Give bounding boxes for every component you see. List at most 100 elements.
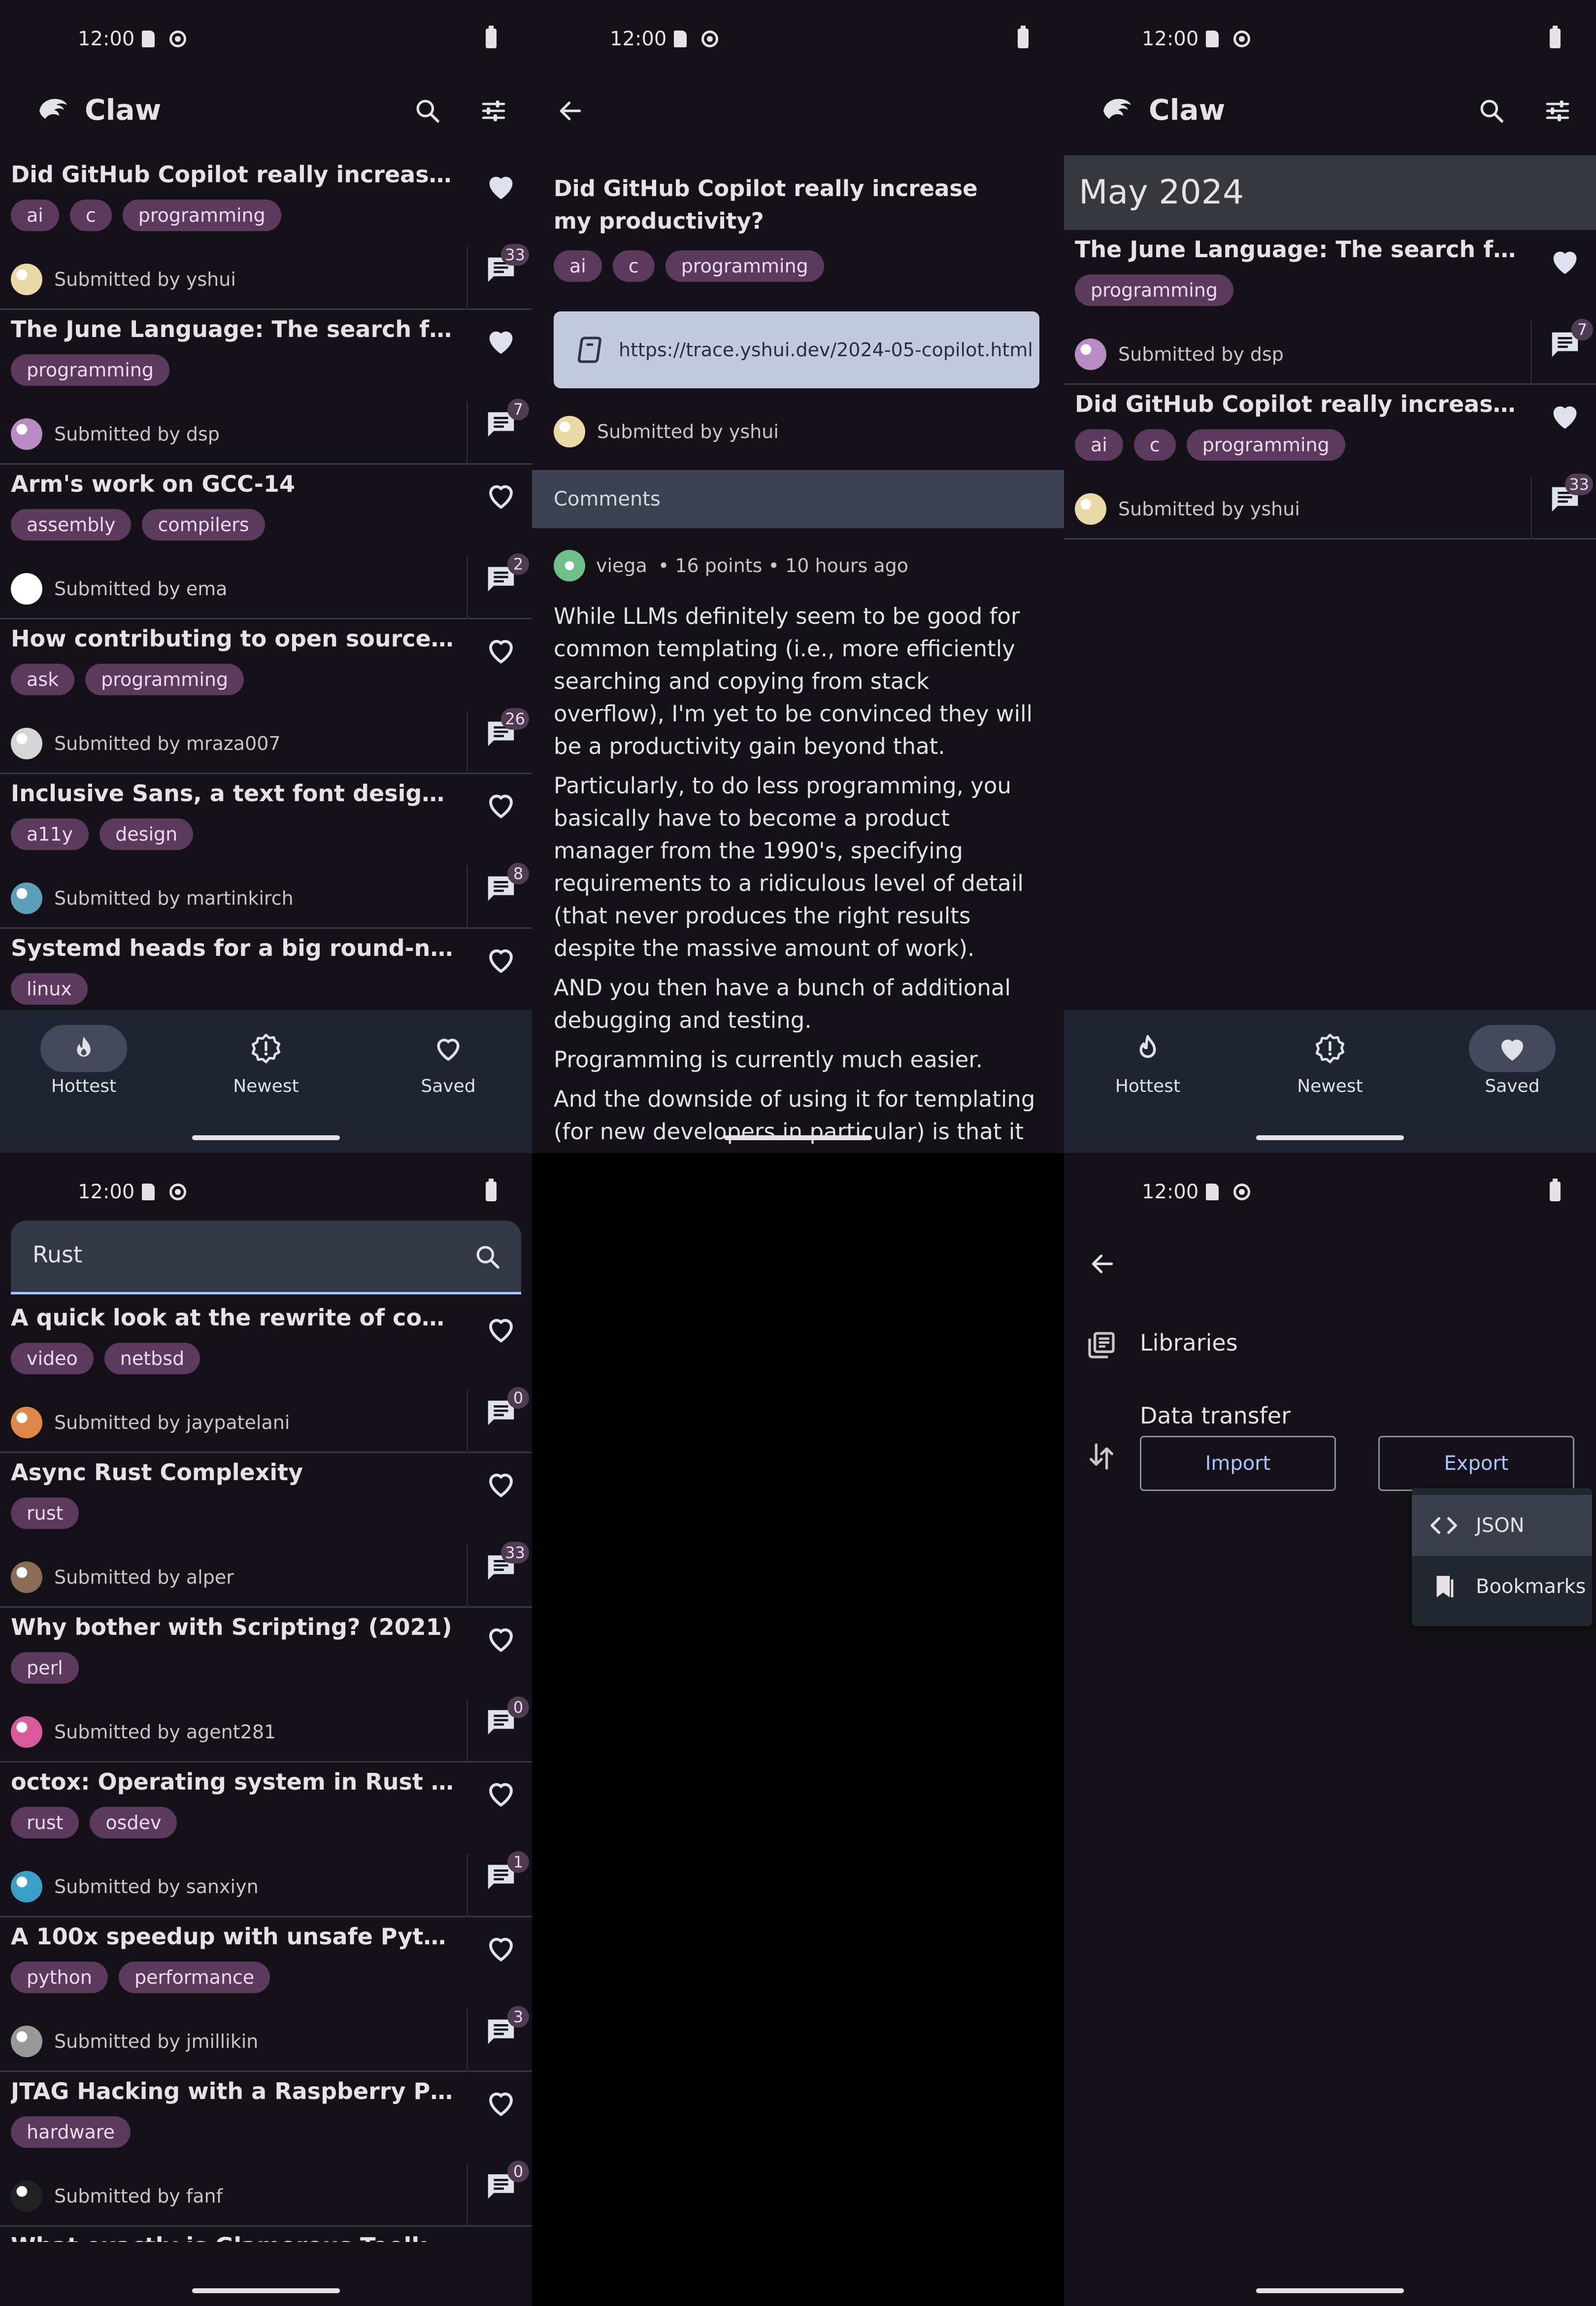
filter-button[interactable]	[1538, 91, 1577, 131]
tag-chip[interactable]: performance	[118, 1962, 270, 1993]
submitter-name[interactable]: alper	[186, 1566, 234, 1588]
comments-button[interactable]: 33	[1548, 474, 1593, 516]
gesture-bar[interactable]	[192, 2288, 340, 2293]
story-row[interactable]: Inclusive Sans, a text font designed for…	[0, 774, 532, 929]
heart-outline-icon[interactable]	[484, 2240, 518, 2242]
save-button[interactable]	[484, 478, 518, 513]
nav-newest-indicator[interactable]	[1287, 1025, 1373, 1072]
tag-chip[interactable]: netbsd	[104, 1343, 200, 1374]
submitter-name[interactable]: yshui	[729, 421, 779, 442]
save-button[interactable]	[484, 788, 518, 822]
heart-filled-icon[interactable]	[1548, 244, 1582, 278]
comments-button[interactable]: 26	[484, 708, 529, 750]
submitter-name[interactable]: fanf	[186, 2185, 223, 2207]
story-title[interactable]: What exactly is Glamorous Toolkit v1.0?	[11, 2233, 454, 2242]
import-button[interactable]: Import	[1140, 1436, 1336, 1491]
story-row[interactable]: How contributing to open source helped m…	[0, 619, 532, 774]
tag-chip[interactable]: linux	[11, 973, 88, 1005]
tag-chip[interactable]: assembly	[11, 509, 132, 541]
tune-icon[interactable]	[480, 97, 507, 125]
save-button[interactable]	[484, 2240, 518, 2242]
heart-filled-icon[interactable]	[1548, 399, 1582, 433]
tag-chip[interactable]: programming	[665, 250, 824, 282]
heart-outline-icon[interactable]	[484, 478, 518, 513]
tag-chip[interactable]: python	[11, 1962, 108, 1993]
submitter-name[interactable]: sanxiyn	[186, 1876, 259, 1898]
story-row[interactable]: Why bother with Scripting? (2021) perl Sub…	[0, 1608, 532, 1763]
story-title[interactable]: The June Language: The search for easier…	[1075, 236, 1518, 263]
story-row[interactable]: Async Rust Complexity rust Submitted by alp…	[0, 1453, 532, 1608]
nav-hottest-indicator[interactable]	[40, 1025, 127, 1072]
tag-chip[interactable]: ask	[11, 664, 75, 695]
new-badge-icon[interactable]	[250, 1032, 282, 1065]
story-title[interactable]: Inclusive Sans, a text font designed for…	[11, 780, 454, 807]
back-button[interactable]	[1083, 1244, 1122, 1284]
comments-button[interactable]: 8	[484, 863, 529, 905]
story-row[interactable]: Systemd heads for a big round-number rel…	[0, 929, 532, 1010]
export-button[interactable]: Export	[1378, 1436, 1574, 1491]
menu-item-json[interactable]: JSON	[1412, 1495, 1592, 1556]
nav-hottest[interactable]: Hottest	[1074, 1025, 1222, 1114]
heart-outline-icon[interactable]	[484, 1312, 518, 1347]
story-title[interactable]: How contributing to open source helped m…	[11, 625, 454, 652]
heart-filled-icon[interactable]	[484, 169, 518, 203]
save-button[interactable]	[484, 943, 518, 977]
comments-button[interactable]: 1	[484, 1851, 529, 1894]
search-icon[interactable]	[1478, 97, 1505, 125]
search-field[interactable]: Rust	[11, 1221, 521, 1294]
comments-button[interactable]: 0	[484, 2161, 529, 2203]
story-row[interactable]: JTAG Hacking with a Raspberry Pi - Intro…	[0, 2072, 532, 2227]
heart-filled-icon[interactable]	[1496, 1032, 1529, 1065]
heart-outline-icon[interactable]	[484, 633, 518, 668]
search-button[interactable]	[408, 91, 447, 131]
heart-outline-icon[interactable]	[432, 1032, 465, 1065]
back-arrow-icon[interactable]	[557, 97, 584, 125]
story-title[interactable]: Did GitHub Copilot really increase my pr…	[11, 161, 454, 188]
nav-saved-indicator[interactable]	[405, 1025, 492, 1072]
comments-button[interactable]: 33	[484, 244, 529, 286]
comments-button[interactable]: 33	[484, 1542, 529, 1584]
nav-saved-indicator[interactable]	[1469, 1025, 1556, 1072]
tag-chip[interactable]: hardware	[11, 2116, 131, 2148]
search-icon[interactable]	[414, 97, 441, 125]
tag-chip[interactable]: ai	[11, 200, 59, 231]
menu-item-bookmarks[interactable]: Bookmarks	[1412, 1556, 1592, 1617]
heart-outline-icon[interactable]	[484, 1622, 518, 1656]
submitter-name[interactable]: ema	[186, 578, 228, 600]
story-title[interactable]: octox: Operating system in Rust in the s…	[11, 1768, 454, 1795]
submitter-name[interactable]: yshui	[1250, 498, 1300, 520]
story-url[interactable]: https://trace.yshui.dev/2024-05-copilot.…	[619, 339, 1033, 361]
save-button[interactable]	[484, 2086, 518, 2120]
heart-outline-icon[interactable]	[484, 943, 518, 977]
submitter-name[interactable]: martinkirch	[186, 887, 294, 909]
story-row[interactable]: Did GitHub Copilot really increase my pr…	[0, 155, 532, 310]
submitter-name[interactable]: dsp	[1250, 343, 1284, 365]
nav-saved[interactable]: Saved	[374, 1025, 522, 1114]
tag-chip[interactable]: a11y	[11, 818, 89, 850]
search-icon[interactable]	[474, 1243, 501, 1271]
story-row[interactable]: A 100x speedup with unsafe Python python p…	[0, 1917, 532, 2072]
submitter-name[interactable]: dsp	[186, 423, 220, 445]
submitter-name[interactable]: agent281	[186, 1721, 276, 1743]
tune-icon[interactable]	[1544, 97, 1571, 125]
tag-chip[interactable]: design	[100, 818, 194, 850]
save-button[interactable]	[484, 1931, 518, 1966]
submitter-name[interactable]: yshui	[186, 269, 236, 290]
tag-chip[interactable]: rust	[11, 1807, 79, 1838]
story-title[interactable]: Async Rust Complexity	[11, 1459, 454, 1486]
gesture-bar[interactable]	[1256, 1135, 1404, 1140]
back-button[interactable]	[551, 91, 590, 131]
heart-outline-icon[interactable]	[484, 1931, 518, 1966]
comments-button[interactable]: 2	[484, 553, 529, 596]
nav-newest[interactable]: Newest	[192, 1025, 340, 1114]
tag-chip[interactable]: rust	[11, 1497, 79, 1529]
back-arrow-icon[interactable]	[1089, 1250, 1116, 1278]
comments-button[interactable]: 0	[484, 1696, 529, 1739]
submitter-name[interactable]: jaypatelani	[186, 1412, 290, 1433]
comments-button[interactable]: 0	[484, 1387, 529, 1429]
save-button[interactable]	[484, 324, 518, 358]
fire-icon[interactable]	[67, 1032, 100, 1065]
save-button[interactable]	[1548, 244, 1582, 278]
comments-button[interactable]: 7	[1548, 319, 1593, 361]
tag-chip[interactable]: c	[612, 250, 655, 282]
